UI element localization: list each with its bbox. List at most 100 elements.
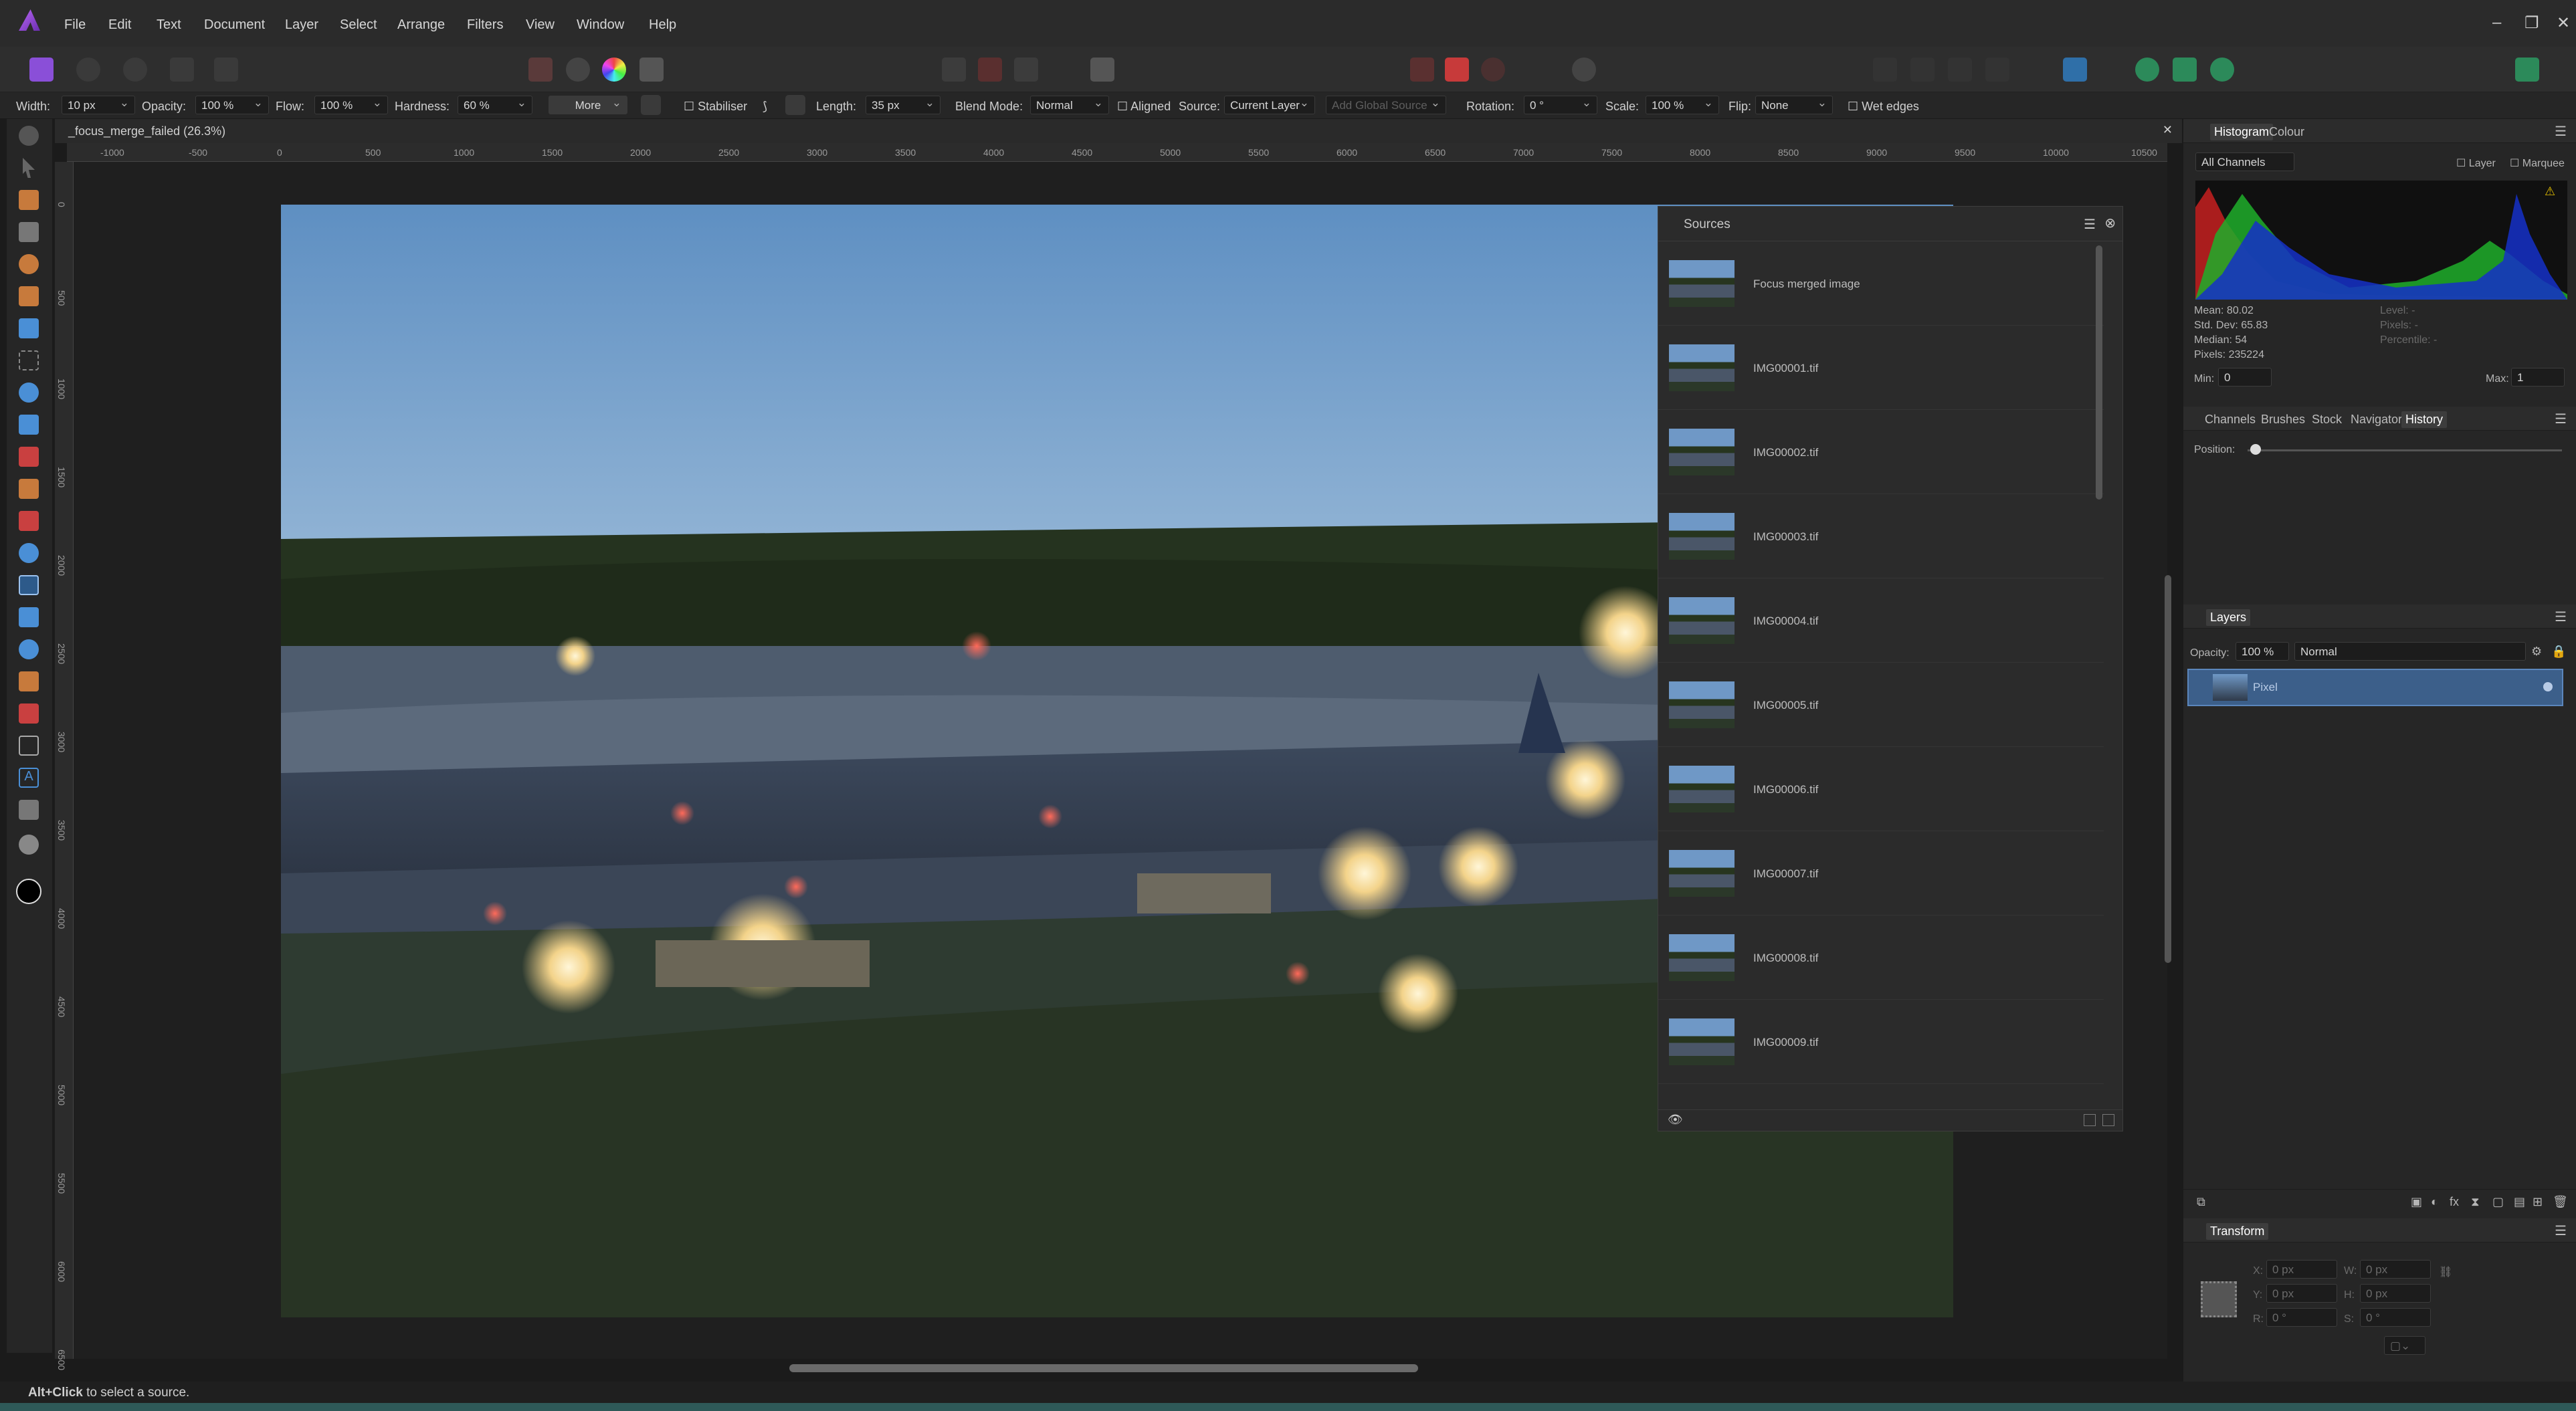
opacity-field[interactable]: 100 % [195, 96, 269, 114]
transform-w-field[interactable]: 0 px [2360, 1260, 2431, 1279]
erase-brush-tool-icon[interactable] [19, 511, 39, 531]
mesh-warp-tool-icon[interactable] [19, 800, 39, 820]
liquify-persona-icon[interactable] [76, 58, 100, 82]
invert-selection-icon[interactable] [1014, 58, 1038, 82]
tab-channels[interactable]: Channels [2205, 413, 2256, 427]
source-item[interactable]: IMG00007.tif [1658, 833, 2104, 915]
min-field[interactable]: 0 [2218, 368, 2272, 387]
macro-icon[interactable] [528, 58, 553, 82]
quick-mask-icon[interactable] [1090, 58, 1114, 82]
selection-grid-icon[interactable] [942, 58, 966, 82]
hardness-field[interactable]: 60 % [458, 96, 532, 114]
transform-menu-icon[interactable]: ☰ [2555, 1222, 2567, 1239]
minimize-button[interactable]: – [2492, 13, 2501, 32]
blur-brush-tool-icon[interactable] [19, 639, 39, 659]
pixel-layer-icon[interactable]: ▢ [2492, 1195, 2504, 1209]
develop-persona-icon[interactable] [123, 58, 147, 82]
live-filter-icon[interactable]: ⧗ [2471, 1195, 2480, 1209]
transform-s-field[interactable]: 0 ° [2360, 1308, 2431, 1327]
sources-scrollbar[interactable] [2096, 245, 2102, 500]
tab-histogram[interactable]: Histogram [2210, 124, 2274, 140]
source-item[interactable]: IMG00001.tif [1658, 327, 2104, 410]
menu-edit[interactable]: Edit [108, 17, 131, 33]
layer-row-pixel[interactable]: Pixel [2187, 669, 2563, 706]
group-layers-icon[interactable]: ▤ [2514, 1195, 2525, 1209]
stabiliser-checkbox[interactable]: ☐ Stabiliser [684, 100, 747, 114]
transform-r-field[interactable]: 0 ° [2266, 1308, 2337, 1327]
source-item[interactable]: IMG00009.tif [1658, 1001, 2104, 1084]
flow-field[interactable]: 100 % [314, 96, 388, 114]
more-button[interactable]: More [549, 96, 627, 114]
assistant-icon[interactable] [1410, 58, 1434, 82]
affinity-photo-logo-icon[interactable] [19, 9, 40, 31]
history-position-handle[interactable] [2250, 444, 2261, 455]
gradient-tool-icon[interactable] [19, 415, 39, 435]
auto-levels-icon[interactable] [566, 58, 590, 82]
export-persona-icon[interactable] [214, 58, 238, 82]
menu-filters[interactable]: Filters [467, 17, 503, 33]
marquee-checkbox[interactable]: ☐ Marquee [2510, 156, 2565, 170]
tab-layers[interactable]: Layers [2206, 609, 2251, 626]
add-source-icon[interactable] [2084, 1114, 2096, 1126]
window-mode-icon[interactable] [785, 95, 805, 115]
menu-text[interactable]: Text [157, 17, 181, 33]
source-item[interactable]: IMG00002.tif [1658, 411, 2104, 494]
scale-field[interactable]: 100 % [1646, 96, 1719, 114]
fx-icon[interactable]: fx [2450, 1195, 2459, 1209]
delete-source-icon[interactable] [2102, 1114, 2114, 1126]
histogram-menu-icon[interactable]: ☰ [2555, 123, 2567, 140]
boolean-intersect-icon[interactable] [2210, 58, 2234, 82]
rope-mode-icon[interactable]: ⟆ [763, 100, 767, 114]
tab-colour[interactable]: Colour [2269, 125, 2304, 139]
source-item[interactable]: IMG00008.tif [1658, 917, 2104, 1000]
mask-layer-icon[interactable]: ▣ [2411, 1195, 2422, 1209]
menu-help[interactable]: Help [649, 17, 676, 33]
photo-persona-icon[interactable] [29, 58, 54, 82]
menu-view[interactable]: View [526, 17, 555, 33]
tab-navigator[interactable]: Navigator [2351, 413, 2402, 427]
boolean-add-icon[interactable] [2135, 58, 2159, 82]
transform-options-button[interactable]: ▢⌄ [2384, 1336, 2425, 1355]
tab-transform[interactable]: Transform [2206, 1223, 2269, 1240]
deselect-icon[interactable] [978, 58, 1002, 82]
menu-select[interactable]: Select [340, 17, 377, 33]
layer-opacity-field[interactable]: 100 % [2236, 642, 2289, 661]
channel-select[interactable]: All Channels [2195, 152, 2294, 171]
blend-mode-select[interactable]: Normal [1030, 96, 1109, 114]
menu-file[interactable]: File [64, 17, 86, 33]
transform-x-field[interactable]: 0 px [2266, 1260, 2337, 1279]
smudge-brush-tool-icon[interactable] [19, 671, 39, 691]
layer-checkbox[interactable]: ☐ Layer [2456, 156, 2496, 170]
brush-icon[interactable] [641, 95, 661, 115]
length-field[interactable]: 35 px [866, 96, 940, 114]
source-item[interactable]: IMG00003.tif [1658, 496, 2104, 578]
close-window-button[interactable]: ✕ [2557, 13, 2570, 33]
healing-brush-tool-icon[interactable] [19, 607, 39, 627]
marquee-tool-icon[interactable] [19, 350, 39, 370]
layer-blend-mode-select[interactable]: Normal [2294, 642, 2526, 661]
history-menu-icon[interactable]: ☰ [2555, 411, 2567, 427]
anchor-selector-icon[interactable] [2201, 1281, 2237, 1317]
adjustment-layer-icon[interactable]: ◐ [2431, 1195, 2438, 1209]
width-field[interactable]: 10 px [62, 96, 135, 114]
view-tool-icon[interactable] [19, 126, 39, 146]
clone-brush-tool-icon[interactable] [19, 575, 39, 595]
sources-menu-icon[interactable]: ☰ [2084, 216, 2096, 233]
menu-layer[interactable]: Layer [285, 17, 318, 33]
layer-arrange-icon[interactable]: ⧉ [2197, 1195, 2205, 1209]
document-tab[interactable]: _focus_merge_failed (26.3%) ✕ [55, 119, 2182, 143]
paint-brush-tool-icon[interactable] [19, 447, 39, 467]
move-tool-icon[interactable] [23, 158, 35, 178]
source-item[interactable]: IMG00006.tif [1658, 748, 2104, 831]
zoom-tool-icon[interactable] [19, 835, 39, 855]
show-source-eye-icon[interactable]: 👁 [1668, 1113, 1683, 1127]
selection-brush-tool-icon[interactable] [19, 254, 39, 274]
flood-fill-tool-icon[interactable] [19, 383, 39, 403]
tab-brushes[interactable]: Brushes [2261, 413, 2305, 427]
pixel-tool-icon[interactable] [19, 479, 39, 499]
align-icon[interactable] [2063, 58, 2087, 82]
histogram-warning-icon[interactable]: ⚠ [2545, 185, 2555, 199]
crop-tool-icon[interactable] [19, 222, 39, 242]
flip-select[interactable]: None [1755, 96, 1833, 114]
rotation-field[interactable]: 0 ° [1524, 96, 1597, 114]
